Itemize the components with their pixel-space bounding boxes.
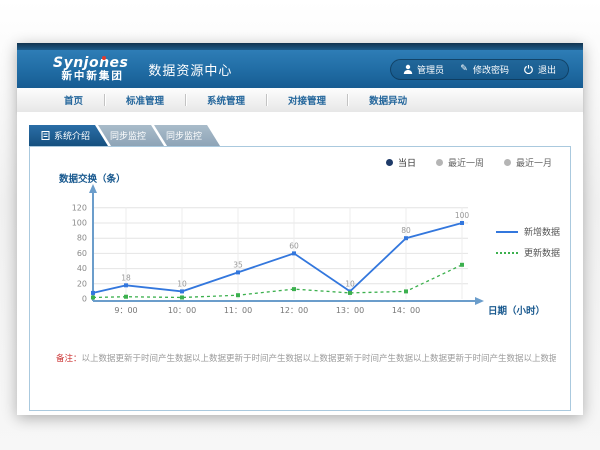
radio-icon xyxy=(504,159,511,166)
filter-last-month[interactable]: 最近一月 xyxy=(504,156,552,169)
svg-text:10: 10 xyxy=(177,279,187,288)
filter-label: 当日 xyxy=(398,156,416,169)
svg-text:11：00: 11：00 xyxy=(224,306,252,315)
tab-system-intro[interactable]: 系统介绍 xyxy=(29,125,108,146)
document-icon xyxy=(41,131,50,140)
svg-text:100: 100 xyxy=(72,219,87,228)
footnote-text: 以上数据更新于时间产生数据以上数据更新于时间产生数据以上数据更新于时间产生数据以… xyxy=(82,354,556,364)
logout-label: 退出 xyxy=(538,63,556,76)
page-card: Synjones 新中新集团 数据资源中心 管理员 ✎ 修改密码 退出 xyxy=(17,43,583,415)
radio-icon xyxy=(436,159,443,166)
filter-label: 最近一周 xyxy=(448,156,484,169)
edit-icon: ✎ xyxy=(459,64,469,74)
user-menu[interactable]: 管理员 xyxy=(403,63,444,76)
nav-item-home[interactable]: 首页 xyxy=(43,93,104,107)
user-toolbar: 管理员 ✎ 修改密码 退出 xyxy=(390,59,569,80)
svg-text:日期（小时）: 日期（小时） xyxy=(488,305,545,317)
nav-item-system-mgmt[interactable]: 系统管理 xyxy=(186,93,266,107)
svg-text:120: 120 xyxy=(72,203,87,212)
svg-text:10: 10 xyxy=(345,279,355,288)
footnote: 备注：以上数据更新于时间产生数据以上数据更新于时间产生数据以上数据更新于时间产生… xyxy=(56,352,556,364)
tab-label: 系统介绍 xyxy=(54,129,90,142)
tab-sync-monitor-1[interactable]: 同步监控 xyxy=(98,125,164,146)
filter-last-week[interactable]: 最近一周 xyxy=(436,156,484,169)
logo-cn-text: 新中新集团 xyxy=(53,71,132,82)
time-filter: 当日 最近一周 最近一月 xyxy=(386,156,552,169)
change-password-button[interactable]: ✎ 修改密码 xyxy=(459,63,509,76)
svg-text:0: 0 xyxy=(82,295,87,304)
legend-label: 新增数据 xyxy=(524,225,560,238)
svg-text:20: 20 xyxy=(77,279,87,288)
svg-text:13：00: 13：00 xyxy=(336,306,364,315)
card-top-strip xyxy=(17,43,583,50)
logout-button[interactable]: 退出 xyxy=(524,63,556,76)
svg-text:35: 35 xyxy=(233,260,243,269)
nav-item-standard-mgmt[interactable]: 标准管理 xyxy=(105,93,185,107)
chart-legend: 新增数据 更新数据 xyxy=(496,225,560,259)
line-chart: 0 20 40 60 80 100 120 9：00 10：00 11：00 12：00 13：00 1… xyxy=(46,183,566,323)
tab-sync-monitor-2[interactable]: 同步监控 xyxy=(154,125,220,146)
tab-bar: 系统介绍 同步监控 同步监控 xyxy=(29,125,220,146)
logo-en-text: Synjones xyxy=(53,55,128,71)
svg-text:40: 40 xyxy=(77,264,87,273)
chart-panel: 当日 最近一周 最近一月 数据交换（条） 0204060801001209：00… xyxy=(29,146,571,411)
legend-line-dotted-icon xyxy=(496,252,518,254)
legend-line-solid-icon xyxy=(496,231,518,233)
svg-text:18: 18 xyxy=(121,273,131,282)
content-area: 系统介绍 同步监控 同步监控 当日 最近一周 xyxy=(17,112,583,415)
nav-item-docking-mgmt[interactable]: 对接管理 xyxy=(267,93,347,107)
page-title: 数据资源中心 xyxy=(148,60,232,79)
filter-today[interactable]: 当日 xyxy=(386,156,416,169)
legend-item-update-data: 更新数据 xyxy=(496,246,560,259)
svg-text:100: 100 xyxy=(455,211,470,220)
legend-item-new-data: 新增数据 xyxy=(496,225,560,238)
svg-text:80: 80 xyxy=(401,226,411,235)
svg-text:14：00: 14：00 xyxy=(392,306,420,315)
main-nav: 首页 标准管理 系统管理 对接管理 数据异动 xyxy=(17,88,583,113)
tab-label: 同步监控 xyxy=(110,129,146,142)
nav-item-data-change[interactable]: 数据异动 xyxy=(348,93,428,107)
svg-text:60: 60 xyxy=(77,249,87,258)
radio-selected-icon xyxy=(386,159,393,166)
footnote-prefix: 备注： xyxy=(56,354,82,364)
logo-text: Synjones xyxy=(53,56,132,71)
filter-label: 最近一月 xyxy=(516,156,552,169)
svg-text:9：00: 9：00 xyxy=(114,306,137,315)
app-header: Synjones 新中新集团 数据资源中心 管理员 ✎ 修改密码 退出 xyxy=(17,50,583,88)
user-name: 管理员 xyxy=(417,63,444,76)
tab-label: 同步监控 xyxy=(166,129,202,142)
legend-label: 更新数据 xyxy=(524,246,560,259)
change-password-label: 修改密码 xyxy=(473,63,509,76)
svg-text:12：00: 12：00 xyxy=(280,306,308,315)
power-icon xyxy=(524,64,534,74)
screen: { "header": { "logo": { "name": "Synjone… xyxy=(0,0,600,450)
logo: Synjones 新中新集团 xyxy=(53,56,132,83)
svg-text:80: 80 xyxy=(77,234,87,243)
user-icon xyxy=(403,64,413,74)
svg-text:10：00: 10：00 xyxy=(168,306,196,315)
svg-text:60: 60 xyxy=(289,241,299,250)
